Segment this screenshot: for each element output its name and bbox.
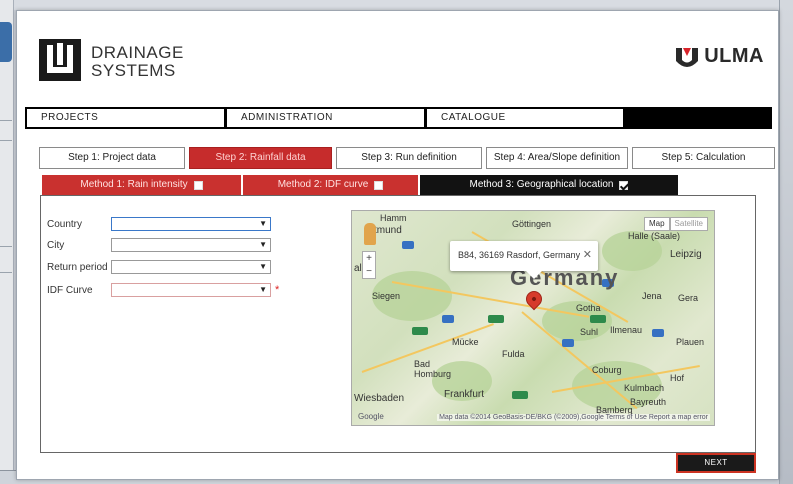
street-view-pegman-icon[interactable] <box>364 223 376 245</box>
map-city-label: Bad Homburg <box>414 359 452 379</box>
country-select[interactable]: ▼ <box>111 217 271 231</box>
map-city-label: Jena <box>642 291 662 301</box>
country-label: Country <box>47 218 83 230</box>
tab-step-4[interactable]: Step 4: Area/Slope definition <box>486 147 628 169</box>
ulma-brand-text: ULMA <box>704 45 764 67</box>
map-attribution: Map data ©2014 GeoBasis-DE/BKG (©2009),G… <box>437 414 710 421</box>
map-type-satellite-button[interactable]: Satellite <box>669 217 708 231</box>
method-2-checkbox[interactable] <box>374 180 384 190</box>
map-city-label: Halle (Saale) <box>628 231 681 241</box>
map-type-toggle: Map Satellite <box>643 217 708 231</box>
info-window-address: B84, 36169 Rasdorf, Germany <box>458 250 581 260</box>
map-road-sign <box>512 391 528 399</box>
map-city-label: Leipzig <box>670 249 702 260</box>
map-info-window: B84, 36169 Rasdorf, Germany ✕ <box>450 241 598 279</box>
map-city-label: Fulda <box>502 349 525 359</box>
map-city-label: Plauen <box>676 337 705 347</box>
ulma-mark-icon <box>676 47 699 67</box>
method-3-checkbox[interactable] <box>619 180 629 190</box>
content-panel: Country ▼ City ▼ Return period ▼ IDF Cur… <box>40 195 756 453</box>
next-button[interactable]: NEXT <box>676 453 756 473</box>
map-city-label: Coburg <box>592 365 622 375</box>
nav-item-administration[interactable]: ADMINISTRATION <box>227 109 424 127</box>
map-city-label: tmund <box>374 225 402 236</box>
map-road-sign <box>488 315 504 323</box>
brand-name-line1: DRAINAGE <box>91 43 184 62</box>
background-line <box>0 140 12 141</box>
form-row-country: Country ▼ <box>47 216 271 232</box>
required-asterisk: * <box>275 284 280 296</box>
map-city-label: Hof <box>670 373 685 383</box>
tab-step-2[interactable]: Step 2: Rainfall data <box>189 147 332 169</box>
chevron-down-icon: ▼ <box>259 219 267 228</box>
map-city-label: Göttingen <box>512 219 552 229</box>
map-road-sign <box>412 327 428 335</box>
map-zoom-control[interactable]: + − <box>362 251 376 279</box>
map-city-label: Gotha <box>576 303 601 313</box>
map-city-label: Bayreuth <box>630 397 667 407</box>
background-line <box>0 246 12 247</box>
city-label: City <box>47 239 65 251</box>
info-window-tail <box>526 271 542 279</box>
tab-step-5[interactable]: Step 5: Calculation <box>632 147 775 169</box>
method-1-label: Method 1: Rain intensity <box>80 179 188 190</box>
map-city-label: Mücke <box>452 337 479 347</box>
step-tabs: Step 1: Project data Step 2: Rainfall da… <box>39 147 779 169</box>
map-type-map-button[interactable]: Map <box>643 217 670 231</box>
nav-item-projects[interactable]: PROJECTS <box>27 109 224 127</box>
idf-curve-select[interactable]: ▼ <box>111 283 271 297</box>
map-road-sign <box>442 315 454 323</box>
map-city-label: Siegen <box>372 291 401 301</box>
map-road-sign <box>402 241 414 249</box>
map-city-label: Kulmbach <box>624 383 665 393</box>
background-top <box>14 0 779 10</box>
map-city-label: Wiesbaden <box>354 393 405 404</box>
tab-method-1[interactable]: Method 1: Rain intensity <box>42 175 241 195</box>
ulma-logo: ULMA <box>674 45 764 68</box>
close-icon[interactable]: ✕ <box>583 248 592 261</box>
map-city-label: Hamm <box>380 213 407 223</box>
map-city-label: Suhl <box>580 327 599 337</box>
method-tabs: Method 1: Rain intensity Method 2: IDF c… <box>42 175 682 195</box>
form-row-city: City ▼ <box>47 237 271 253</box>
background-window-right <box>779 0 793 484</box>
tab-step-1[interactable]: Step 1: Project data <box>39 147 185 169</box>
map-city-label: Frankfurt <box>444 389 485 400</box>
chevron-down-icon: ▼ <box>259 240 267 249</box>
return-period-select[interactable]: ▼ <box>111 260 271 274</box>
app-window: DRAINAGE SYSTEMS ULMA PROJECTS ADMINISTR… <box>16 10 779 480</box>
map-city-label: Ilmenau <box>610 325 643 335</box>
google-logo: Google <box>358 412 384 421</box>
form-row-idf-curve: IDF Curve ▼ * <box>47 282 279 298</box>
map-city-label: Gera <box>678 293 699 303</box>
drainage-systems-logo-icon <box>39 39 81 81</box>
top-navigation: PROJECTS ADMINISTRATION CATALOGUE <box>25 107 772 129</box>
map-city-label: al <box>354 263 362 274</box>
method-2-label: Method 2: IDF curve <box>277 179 369 190</box>
background-window-left <box>0 0 14 484</box>
method-1-checkbox[interactable] <box>193 180 203 190</box>
chevron-down-icon: ▼ <box>259 285 267 294</box>
tab-step-3[interactable]: Step 3: Run definition <box>336 147 482 169</box>
map-road-sign <box>590 315 606 323</box>
tab-method-2[interactable]: Method 2: IDF curve <box>243 175 418 195</box>
background-tab <box>0 22 12 62</box>
city-select[interactable]: ▼ <box>111 238 271 252</box>
return-period-label: Return period <box>47 261 108 273</box>
background-line <box>0 272 12 273</box>
map-road-sign <box>562 339 574 347</box>
map-road-sign <box>652 329 664 337</box>
method-3-label: Method 3: Geographical location <box>469 179 614 190</box>
nav-item-catalogue[interactable]: CATALOGUE <box>427 109 623 127</box>
brand-name-line2: SYSTEMS <box>91 61 176 80</box>
idf-curve-label: IDF Curve <box>47 284 93 296</box>
chevron-down-icon: ▼ <box>259 262 267 271</box>
map-view[interactable]: Hamm tmund Göttingen Halle (Saale) Leipz… <box>351 210 715 426</box>
form-row-return-period: Return period ▼ <box>47 259 271 275</box>
tab-method-3[interactable]: Method 3: Geographical location <box>420 175 678 195</box>
background-line <box>0 120 12 121</box>
